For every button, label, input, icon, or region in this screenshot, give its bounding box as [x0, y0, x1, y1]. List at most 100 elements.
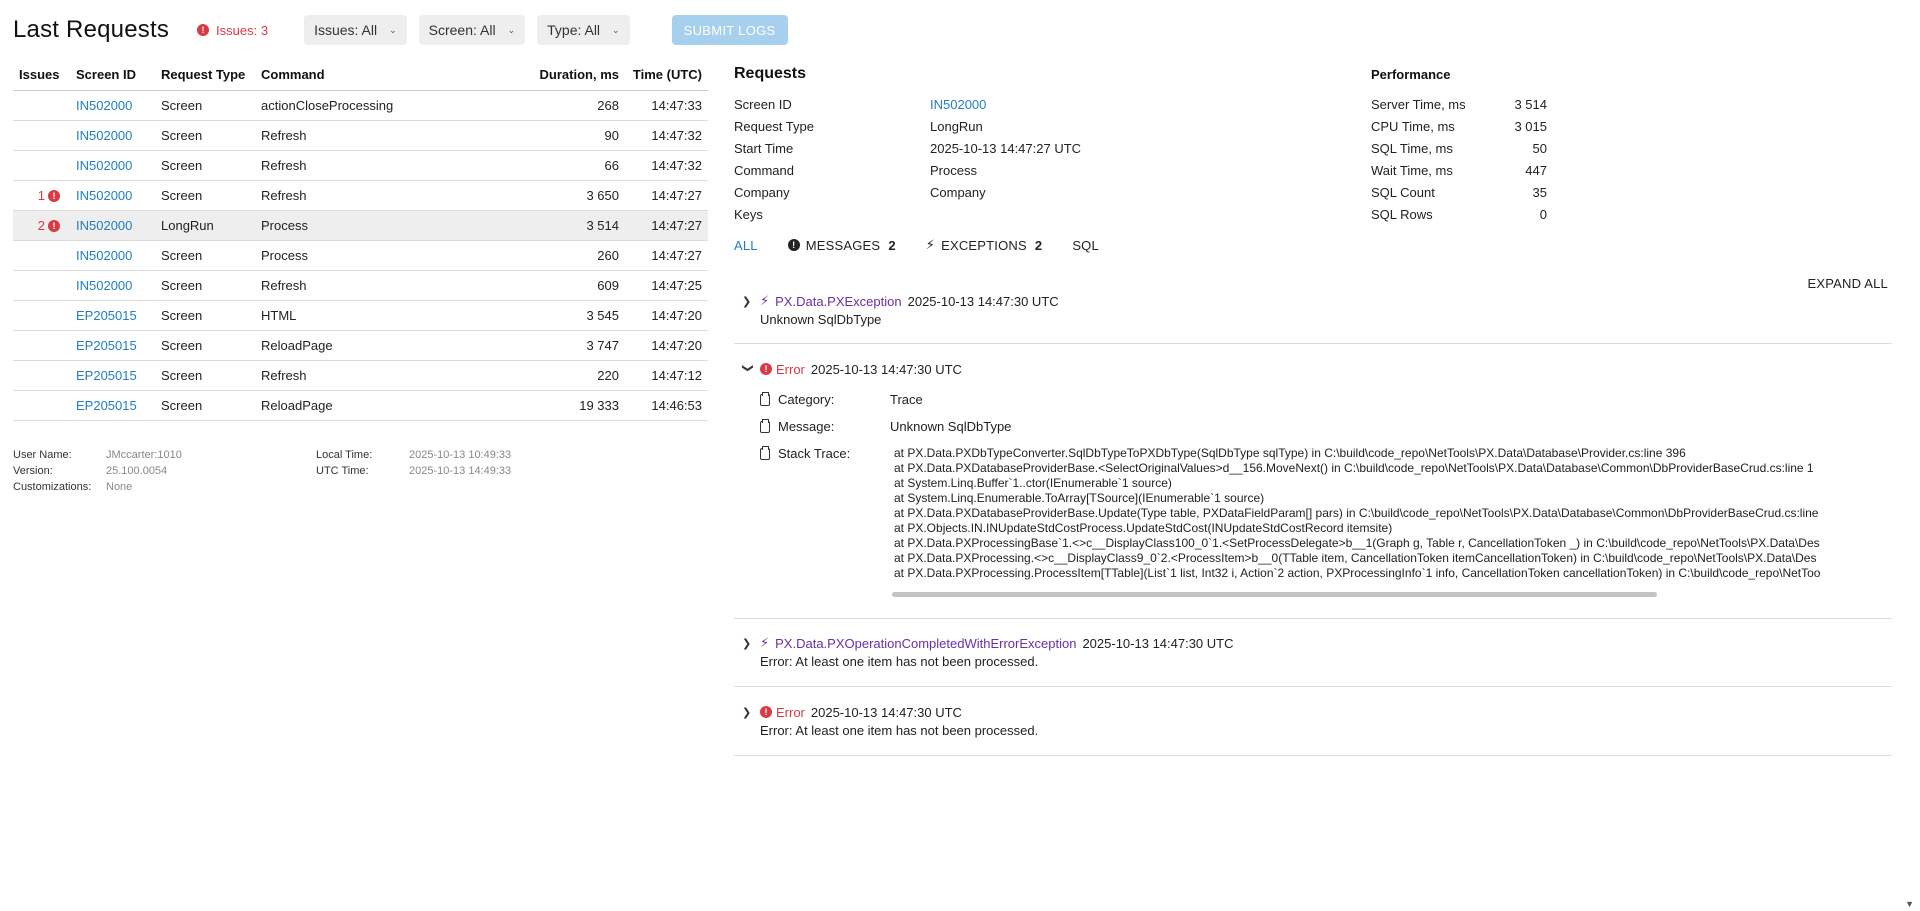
tab-sql-label: SQL: [1072, 237, 1099, 253]
screen-id-link[interactable]: IN502000: [930, 94, 986, 116]
message-value: Unknown SqlDbType: [890, 419, 1012, 434]
log-entry-header[interactable]: ❯ ! Error 2025-10-13 14:47:30 UTC: [734, 703, 1892, 721]
cell-time: 14:47:32: [625, 120, 708, 151]
cell-screen-id[interactable]: EP205015: [70, 300, 155, 331]
scroll-down-arrow-icon[interactable]: ▼: [1905, 899, 1914, 909]
chevron-right-icon[interactable]: ❯: [742, 637, 760, 650]
error-icon: !: [197, 24, 210, 36]
tab-messages[interactable]: ! MESSAGES 2: [787, 238, 896, 253]
cell-duration: 220: [515, 360, 625, 391]
log-entry-exception: ❯ ⚡︎ PX.Data.PXException 2025-10-13 14:4…: [734, 292, 1892, 344]
cell-screen-id[interactable]: IN502000: [70, 240, 155, 271]
cell-issues: [13, 300, 70, 331]
type-filter-dropdown[interactable]: Type: All ⌄: [537, 15, 630, 45]
category-label: Category:: [778, 392, 835, 407]
cell-screen-id[interactable]: IN502000: [70, 150, 155, 181]
column-header-time[interactable]: Time (UTC): [625, 60, 708, 91]
exception-name: PX.Data.PXOperationCompletedWithErrorExc…: [775, 635, 1077, 651]
error-name: Error: [776, 361, 805, 377]
table-row[interactable]: EP205015 Screen HTML 3 545 14:47:20: [13, 300, 708, 331]
cell-command: Refresh: [255, 150, 515, 181]
log-entry-message: Error: At least one item has not been pr…: [760, 654, 1039, 669]
cell-screen-id[interactable]: EP205015: [70, 360, 155, 391]
tab-exceptions[interactable]: ⚡︎ EXCEPTIONS 2: [926, 237, 1043, 253]
perf-label: SQL Count: [1371, 185, 1435, 200]
cell-screen-id[interactable]: IN502000: [70, 210, 155, 241]
screen-id-link[interactable]: EP205015: [76, 308, 137, 323]
clipboard-icon[interactable]: [760, 391, 770, 406]
cell-screen-id[interactable]: IN502000: [70, 90, 155, 121]
column-header-request-type[interactable]: Request Type: [155, 60, 255, 91]
issues-badge[interactable]: ! Issues: 3: [197, 23, 268, 38]
issue-count: 1!: [38, 188, 60, 203]
chevron-right-icon[interactable]: ❯: [742, 295, 760, 308]
clipboard-icon[interactable]: [760, 418, 770, 433]
issues-filter-dropdown[interactable]: Issues: All ⌄: [304, 15, 407, 45]
table-row[interactable]: 2! IN502000 LongRun Process 3 514 14:47:27: [13, 210, 708, 241]
local-time-value: 2025-10-13 10:49:33: [409, 449, 512, 461]
chevron-down-icon[interactable]: ❯: [742, 363, 755, 375]
utc-time-value: 2025-10-13 14:49:33: [409, 465, 512, 477]
submit-logs-button[interactable]: SUBMIT LOGS: [671, 15, 788, 45]
screen-id-link[interactable]: EP205015: [76, 368, 137, 383]
tab-exceptions-label: EXCEPTIONS: [941, 237, 1027, 253]
field-value: Process: [930, 163, 977, 178]
clipboard-icon[interactable]: [760, 445, 770, 460]
cell-command: Refresh: [255, 360, 515, 391]
log-entry-header[interactable]: ❯ ! Error 2025-10-13 14:47:30 UTC: [734, 360, 1892, 378]
message-label: Message:: [778, 419, 835, 434]
screen-id-link[interactable]: IN502000: [76, 248, 132, 263]
screen-id-link[interactable]: EP205015: [76, 338, 137, 353]
cell-time: 14:47:32: [625, 150, 708, 181]
cell-issues: [13, 360, 70, 391]
screen-id-link[interactable]: EP205015: [76, 398, 137, 413]
request-detail-panel: Requests Performance Screen ID IN502000 R…: [734, 60, 1892, 760]
column-header-issues[interactable]: Issues: [13, 60, 70, 91]
perf-value: 50: [1532, 141, 1547, 156]
cell-screen-id[interactable]: EP205015: [70, 330, 155, 361]
screen-id-link[interactable]: IN502000: [76, 218, 132, 233]
tab-sql[interactable]: SQL: [1072, 238, 1099, 253]
horizontal-scrollbar[interactable]: [892, 592, 1657, 597]
cell-time: 14:46:53: [625, 390, 708, 421]
cell-screen-id[interactable]: EP205015: [70, 390, 155, 421]
table-row[interactable]: EP205015 Screen ReloadPage 3 747 14:47:20: [13, 330, 708, 361]
column-header-command[interactable]: Command: [255, 60, 515, 91]
stack-trace-line: at PX.Data.PXProcessing.<>c__DisplayClas…: [894, 551, 1817, 565]
log-entry-time: 2025-10-13 14:47:30 UTC: [1082, 635, 1234, 651]
column-header-duration[interactable]: Duration, ms: [515, 60, 625, 91]
cell-screen-id[interactable]: IN502000: [70, 120, 155, 151]
table-row[interactable]: IN502000 Screen Refresh 90 14:47:32: [13, 120, 708, 151]
field-label: Start Time: [734, 141, 794, 156]
table-row[interactable]: EP205015 Screen ReloadPage 19 333 14:46:53: [13, 390, 708, 421]
cell-duration: 66: [515, 150, 625, 181]
screen-filter-dropdown[interactable]: Screen: All ⌄: [418, 15, 526, 45]
table-row[interactable]: 1! IN502000 Screen Refresh 3 650 14:47:27: [13, 180, 708, 211]
screen-id-link[interactable]: IN502000: [76, 278, 132, 293]
log-entry-header[interactable]: ❯ ⚡︎ PX.Data.PXOperationCompletedWithErr…: [734, 634, 1892, 652]
log-entry-header[interactable]: ❯ ⚡︎ PX.Data.PXException 2025-10-13 14:4…: [734, 292, 1892, 310]
stack-trace-text[interactable]: at PX.Data.PXDbTypeConverter.SqlDbTypeTo…: [894, 446, 1894, 581]
field-value: Company: [930, 185, 986, 200]
tab-all[interactable]: ALL: [734, 238, 758, 253]
stack-trace-line: at System.Linq.Enumerable.ToArray[TSourc…: [894, 491, 1265, 505]
expand-all-button[interactable]: EXPAND ALL: [1807, 276, 1888, 291]
chevron-right-icon[interactable]: ❯: [742, 706, 760, 719]
cell-request-type: Screen: [155, 90, 255, 121]
log-entry-error: ❯ ! Error 2025-10-13 14:47:30 UTC Error:…: [734, 703, 1892, 756]
table-row[interactable]: IN502000 Screen Refresh 609 14:47:25: [13, 270, 708, 301]
table-row[interactable]: EP205015 Screen Refresh 220 14:47:12: [13, 360, 708, 391]
cell-screen-id[interactable]: IN502000: [70, 270, 155, 301]
screen-id-link[interactable]: IN502000: [76, 128, 132, 143]
table-row[interactable]: IN502000 Screen Refresh 66 14:47:32: [13, 150, 708, 181]
screen-id-link[interactable]: IN502000: [76, 158, 132, 173]
column-header-screen-id[interactable]: Screen ID: [70, 60, 155, 91]
issue-count: 2!: [38, 218, 60, 233]
tab-all-label: ALL: [734, 237, 758, 253]
cell-screen-id[interactable]: IN502000: [70, 180, 155, 211]
log-entry-time: 2025-10-13 14:47:30 UTC: [810, 704, 962, 720]
table-row[interactable]: IN502000 Screen Process 260 14:47:27: [13, 240, 708, 271]
table-row[interactable]: IN502000 Screen actionCloseProcessing 268 14…: [13, 90, 708, 121]
screen-id-link[interactable]: IN502000: [76, 98, 132, 113]
screen-id-link[interactable]: IN502000: [76, 188, 132, 203]
